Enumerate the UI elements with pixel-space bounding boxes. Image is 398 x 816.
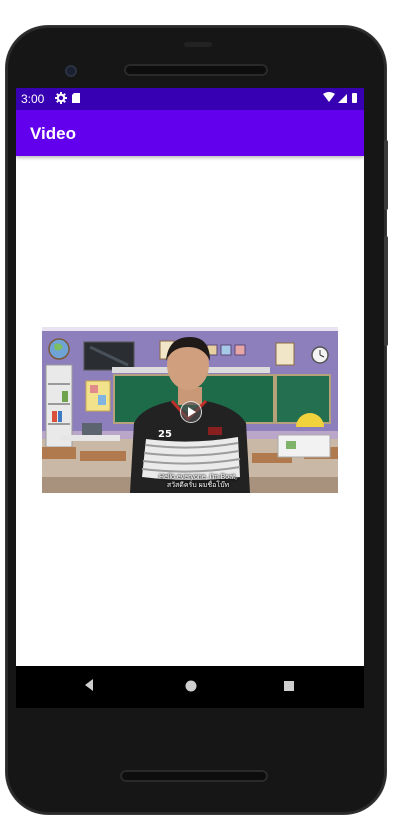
back-triangle-icon (85, 679, 93, 691)
subtitle-line-1: Hello everyone, I'm Boat, (159, 474, 237, 481)
video-player[interactable]: 25 Hello everyone, I'm Boat, สวัสดีครับ … (42, 327, 338, 493)
battery-icon (352, 93, 357, 103)
settings-gear-icon (55, 92, 67, 104)
home-circle-icon (185, 680, 197, 692)
bottom-speaker (120, 770, 268, 782)
app-title: Video (30, 124, 76, 143)
app-bar: Video (16, 110, 364, 156)
status-right-icons (322, 91, 360, 108)
volume-button[interactable] (384, 236, 388, 346)
cell-signal-icon (338, 94, 347, 103)
recents-square-icon (284, 681, 294, 691)
front-camera-icon (65, 65, 77, 77)
proximity-sensor (184, 42, 212, 47)
status-bar: 3:00 (16, 88, 364, 110)
device-screen: 3:00 Video 25 Hello everyone, I'm Boat, … (16, 88, 364, 666)
system-nav-bar (16, 666, 364, 708)
sd-card-icon (72, 93, 80, 103)
status-left-icons (54, 91, 84, 108)
nav-recents-button[interactable] (282, 679, 296, 698)
video-subtitle: Hello everyone, I'm Boat, สวัสดีครับ ผมช… (138, 474, 258, 490)
earpiece-speaker (124, 64, 268, 76)
nav-home-button[interactable] (184, 679, 198, 698)
play-button[interactable] (180, 401, 202, 423)
status-time: 3:00 (21, 92, 45, 106)
power-button[interactable] (384, 140, 388, 210)
svg-text:25: 25 (158, 429, 172, 440)
subtitle-line-2: สวัสดีครับ ผมชื่อโบ๊ท (166, 482, 230, 489)
play-icon (188, 407, 196, 417)
wifi-icon (323, 92, 335, 102)
nav-back-button[interactable] (82, 678, 96, 697)
